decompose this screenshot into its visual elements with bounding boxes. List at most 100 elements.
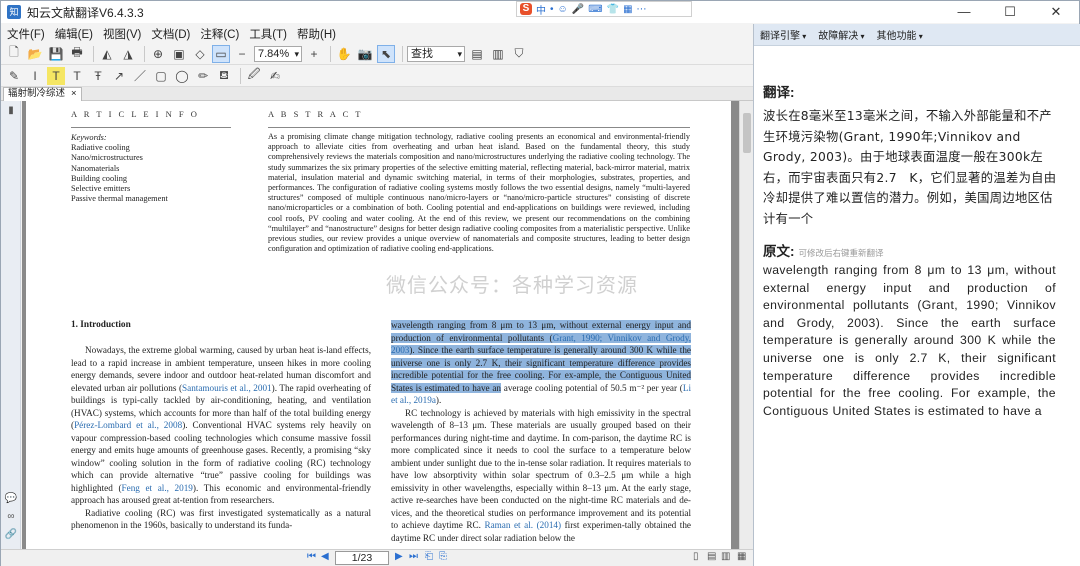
section-heading: 1. Introduction: [71, 320, 131, 330]
zoom-select[interactable]: 7.84%: [254, 45, 302, 62]
text-icon[interactable]: I: [26, 67, 44, 85]
menu-help[interactable]: 帮助(H): [297, 26, 336, 42]
edit-comment-icon[interactable]: 🖉: [245, 67, 263, 85]
page-number-input[interactable]: 1/23: [335, 551, 389, 565]
open-folder-icon[interactable]: 📂: [26, 45, 44, 63]
ime-emoji-icon[interactable]: ☺: [558, 4, 568, 15]
arrow-icon[interactable]: ↗: [110, 67, 128, 85]
app-window: 知 知云文献翻译V6.4.3.3 S 中 • ☺ 🎤 ⌨ 👕 ▦ ⋯ — ☐ ✕…: [0, 0, 1080, 566]
ime-mode-icon[interactable]: 中: [536, 2, 546, 17]
forward-icon[interactable]: ⎘: [439, 551, 447, 562]
ime-skin-icon[interactable]: 👕: [607, 4, 619, 15]
links-icon[interactable]: ∞: [4, 511, 18, 525]
attachments-icon[interactable]: 🔗: [4, 529, 18, 543]
ime-more-icon[interactable]: ⋯: [637, 4, 647, 15]
translation-heading: 翻译:: [763, 85, 795, 100]
menu-comment[interactable]: 注释(C): [200, 26, 239, 42]
zoom-in-icon[interactable]: ⊕: [149, 45, 167, 63]
keyword-item: Passive thermal management: [71, 194, 168, 204]
comments-icon[interactable]: 💬: [4, 493, 18, 507]
original-text-editor[interactable]: wavelength ranging from 8 μm to 13 μm, w…: [763, 262, 1056, 420]
zoom-plus-icon[interactable]: +: [305, 45, 323, 63]
find-next-icon[interactable]: ▥: [489, 45, 507, 63]
ime-toolbox-icon[interactable]: ▦: [623, 4, 632, 15]
document-view[interactable]: A R T I C L E I N F O A B S T R A C T Ke…: [22, 101, 739, 551]
prev-page-icon[interactable]: ◀: [321, 551, 329, 562]
keyword-item: Nano/microstructures: [71, 153, 143, 163]
menu-troubleshoot[interactable]: 故障解决: [818, 27, 864, 42]
zoom-out-icon[interactable]: −: [233, 45, 251, 63]
bookmarks-icon[interactable]: ▮: [4, 105, 18, 119]
find-prev-icon[interactable]: ▤: [468, 45, 486, 63]
next-page-icon[interactable]: ▶: [395, 551, 403, 562]
menu-edit[interactable]: 编辑(E): [55, 26, 93, 42]
tab-document[interactable]: 辐射制冷综述 ×: [3, 87, 82, 101]
document-tabs: 辐射制冷综述 ×: [1, 87, 753, 101]
ime-toolbar[interactable]: S 中 • ☺ 🎤 ⌨ 👕 ▦ ⋯: [516, 1, 692, 17]
snapshot-icon[interactable]: 📷: [356, 45, 374, 63]
menu-file[interactable]: 文件(F): [7, 26, 45, 42]
rectangle-icon[interactable]: ▢: [152, 67, 170, 85]
pencil-icon[interactable]: ✏: [194, 67, 212, 85]
translation-text[interactable]: 波长在8毫米至13毫米之间，不输入外部能量和不产生环境污染物(Grant, 19…: [763, 106, 1063, 229]
ime-logo-icon[interactable]: S: [520, 3, 532, 15]
note-icon[interactable]: ✎: [5, 67, 23, 85]
cover-icon[interactable]: ▦: [737, 551, 746, 562]
citation-link[interactable]: Raman et al. (2014): [484, 520, 561, 530]
scrollbar-thumb[interactable]: [743, 113, 751, 153]
article-info-heading: A R T I C L E I N F O: [71, 109, 200, 119]
fit-page-icon[interactable]: ◇: [191, 45, 209, 63]
vertical-scrollbar[interactable]: [739, 101, 753, 551]
strikeout-icon[interactable]: Ŧ: [89, 67, 107, 85]
fit-width-icon[interactable]: ▭: [212, 44, 230, 63]
menu-bar: 文件(F) 编辑(E) 视图(V) 文档(D) 注释(C) 工具(T) 帮助(H…: [1, 24, 753, 43]
ime-punct-icon[interactable]: •: [550, 4, 554, 15]
stamp-icon[interactable]: ⛾: [215, 67, 233, 85]
maximize-button[interactable]: ☐: [987, 1, 1033, 23]
close-button[interactable]: ✕: [1033, 1, 1079, 23]
translation-panel: 翻译引擎 故障解决 其他功能 翻译: 波长在8毫米至13毫米之间，不输入外部能量…: [753, 24, 1080, 566]
citation-link[interactable]: Feng et al., 2019: [122, 483, 193, 493]
citation-link[interactable]: Pérez-Lombard et al., 2008: [74, 420, 182, 430]
status-bar: ⏮ ◀ 1/23 ▶ ⏭ ⎗ ⎘ ▯ ▤ ▥ ▦: [1, 549, 753, 566]
tab-close-icon[interactable]: ×: [71, 88, 77, 101]
hand-tool-icon[interactable]: ✋: [335, 45, 353, 63]
menu-document[interactable]: 文档(D): [151, 26, 190, 42]
highlight-icon[interactable]: T: [47, 66, 65, 85]
actual-size-icon[interactable]: ▣: [170, 45, 188, 63]
ime-keyboard-icon[interactable]: ⌨: [588, 4, 602, 15]
save-icon[interactable]: 💾: [47, 45, 65, 63]
rotate-right-icon[interactable]: ◮: [119, 45, 137, 63]
menu-other-functions[interactable]: 其他功能: [877, 27, 923, 42]
select-text-icon[interactable]: ⬉: [377, 44, 395, 63]
minimize-button[interactable]: —: [941, 1, 987, 23]
new-file-icon[interactable]: 🗋: [5, 45, 23, 63]
line-icon[interactable]: ／: [131, 67, 149, 85]
abstract-text[interactable]: As a promising climate change mitigation…: [268, 132, 690, 254]
paragraph: RC technology is achieved by materials w…: [391, 407, 691, 545]
find-input[interactable]: 查找: [407, 45, 465, 62]
right-column[interactable]: wavelength ranging from 8 μm to 13 μm, w…: [391, 319, 691, 544]
last-page-icon[interactable]: ⏭: [409, 551, 418, 562]
ime-voice-icon[interactable]: 🎤: [572, 4, 584, 15]
toolbar-divider: [93, 45, 94, 62]
menu-translation-engine[interactable]: 翻译引擎: [760, 27, 806, 42]
filter-icon[interactable]: ⛉: [510, 45, 528, 63]
left-column[interactable]: Nowadays, the extreme global warming, ca…: [71, 344, 371, 532]
facing-icon[interactable]: ▥: [721, 551, 730, 562]
back-icon[interactable]: ⎗: [425, 551, 433, 562]
first-page-icon[interactable]: ⏮: [307, 551, 316, 562]
sign-icon[interactable]: ✍: [266, 67, 284, 85]
text-run: ).: [435, 395, 442, 405]
menu-tools[interactable]: 工具(T): [249, 26, 287, 42]
toolbar-divider: [330, 45, 331, 62]
continuous-icon[interactable]: ▤: [707, 551, 716, 562]
underline-icon[interactable]: T: [68, 67, 86, 85]
single-page-icon[interactable]: ▯: [693, 551, 699, 562]
rotate-left-icon[interactable]: ◭: [98, 45, 116, 63]
citation-link[interactable]: Santamouris et al., 2001: [182, 383, 272, 393]
print-icon[interactable]: 🖶: [68, 45, 86, 63]
ellipse-icon[interactable]: ◯: [173, 67, 191, 85]
pdf-page[interactable]: A R T I C L E I N F O A B S T R A C T Ke…: [26, 101, 731, 551]
menu-view[interactable]: 视图(V): [103, 26, 141, 42]
